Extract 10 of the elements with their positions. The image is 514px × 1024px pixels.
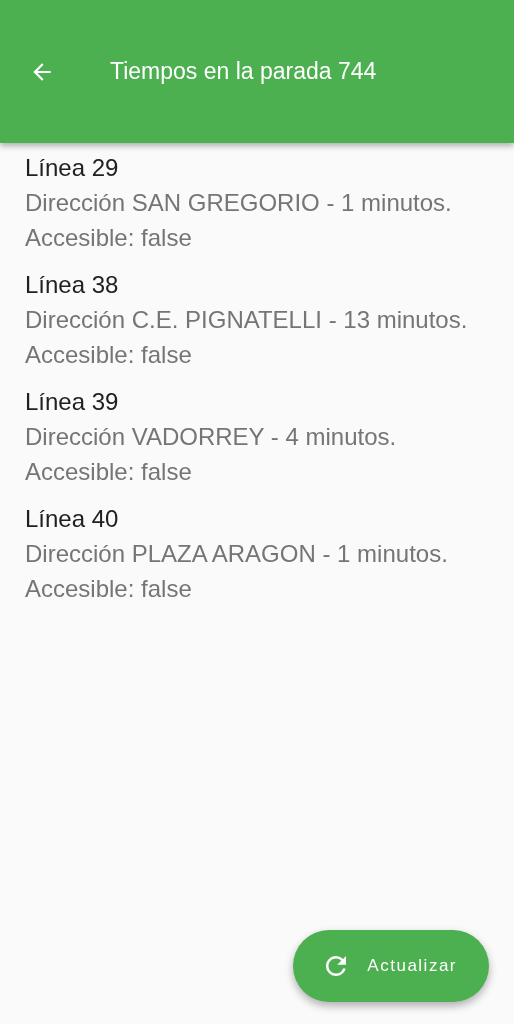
arrival-detail: Dirección VADORREY - 4 minutos. Accesible: false	[25, 422, 398, 487]
line-name: Línea 38	[25, 270, 120, 300]
refresh-button[interactable]: Actualizar	[293, 930, 489, 1002]
screen-title: Tiempos en la parada 744	[110, 58, 377, 85]
arrival-detail: Dirección C.E. PIGNATELLI - 13 minutos. Accesible: false	[25, 305, 469, 370]
arrival-detail: Dirección SAN GREGORIO - 1 minutos. Accesible: false	[25, 188, 453, 253]
arrival-detail: Dirección PLAZA ARAGON - 1 minutos. Accesible: false	[25, 539, 449, 604]
line-name: Línea 39	[25, 387, 120, 417]
line-name: Línea 40	[25, 504, 120, 534]
line-name: Línea 29	[25, 153, 120, 183]
